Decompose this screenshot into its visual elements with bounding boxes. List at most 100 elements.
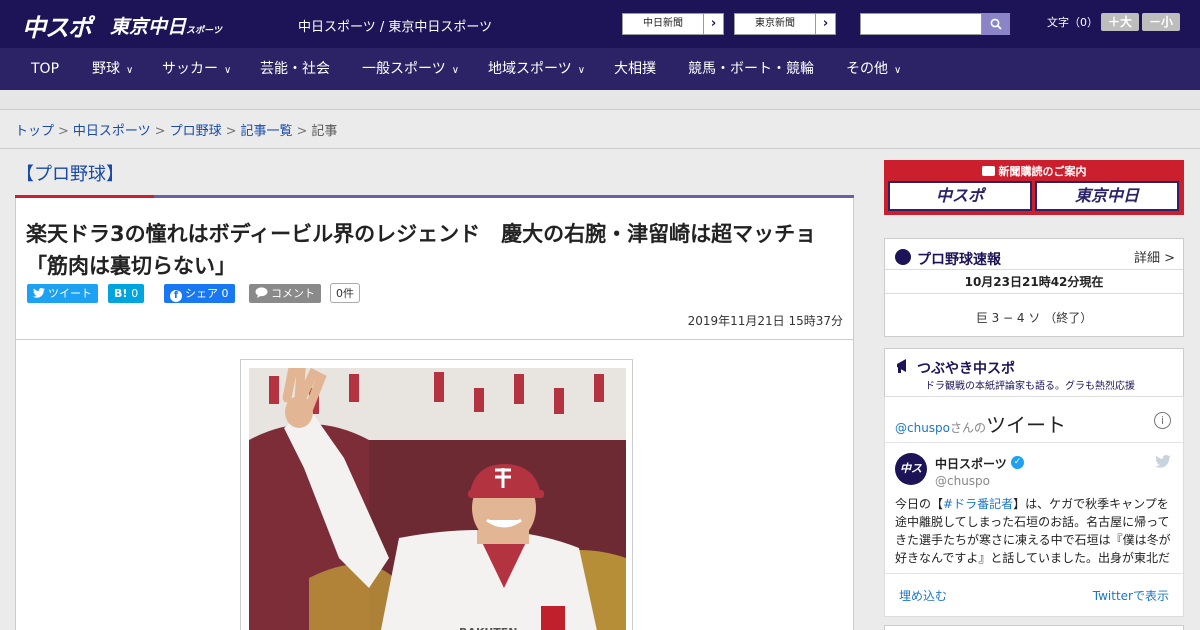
tweet-hashtag[interactable]: #ドラ番記者 — [943, 497, 1013, 511]
twitter-timeline: @chuspoさんのツイート i 中スポ 中日スポーツ ✓ @chuspo 今日… — [884, 396, 1184, 617]
nav-label: 野球 — [92, 61, 120, 77]
nav-entertainment[interactable]: 芸能・社会 — [260, 48, 330, 90]
breadcrumb-article-list[interactable]: 記事一覧 — [241, 124, 293, 139]
nav-label: 大相撲 — [614, 61, 656, 77]
chevron-down-icon: ∨ — [451, 65, 460, 76]
breadcrumb-sep: > — [154, 124, 166, 139]
newspaper-icon — [981, 166, 995, 176]
article-photo[interactable]: RAKUTEN — [249, 368, 626, 630]
chunichi-shimbun-label: 中日新聞 — [643, 18, 683, 29]
nav-label: 一般スポーツ — [362, 61, 446, 77]
search-button[interactable] — [982, 13, 1010, 35]
chunichi-shimbun-button[interactable]: 中日新聞 › — [622, 13, 724, 35]
timeline-header-mid: さんの — [950, 421, 987, 435]
timeline-handle-link[interactable]: @chuspo — [895, 421, 950, 435]
site-title: 中日スポーツ / 東京中日スポーツ — [298, 20, 493, 35]
breadcrumb-sep: > — [58, 124, 69, 139]
facebook-label: シェア — [185, 287, 218, 300]
ad-band — [0, 90, 1200, 110]
nav-baseball[interactable]: 野球 ∨ — [92, 48, 133, 90]
breadcrumb-sep: > — [225, 124, 237, 139]
font-smaller-button[interactable]: －小 — [1142, 13, 1180, 31]
breadcrumb: トップ > 中日スポーツ > プロ野球 > 記事一覧 > 記事 — [15, 120, 337, 139]
tsubuyaki-title: つぶやき中スポ — [917, 361, 1015, 377]
nav-racing[interactable]: 競馬・ボート・競輪 — [688, 48, 814, 90]
hatena-count: 0 — [131, 287, 139, 300]
comment-button[interactable]: コメント — [249, 284, 321, 303]
avatar[interactable]: 中スポ — [895, 453, 927, 507]
tsubuyaki-card: つぶやき中スポ ドラ観戦の本紙評論家も語る。グラも熱烈応援 — [884, 348, 1184, 396]
embed-link[interactable]: 埋め込む — [899, 587, 947, 604]
main-nav: TOP 野球 ∨ サッカー ∨ 芸能・社会 一般スポーツ ∨ 地域スポーツ ∨ 大相撲 … — [0, 48, 1200, 90]
article-photo-frame: RAKUTEN — [240, 359, 633, 630]
nav-label: TOP — [31, 61, 60, 77]
baseball-live-card: プロ野球速報 詳細 > 10月23日21時42分現在 巨 3 − 4 ソ （終了… — [884, 238, 1184, 337]
search-icon — [990, 18, 1002, 30]
nav-general-sports[interactable]: 一般スポーツ ∨ — [362, 48, 459, 90]
divider — [885, 573, 1183, 574]
tweet-author-name[interactable]: 中日スポーツ — [935, 455, 1007, 472]
site-header: 中スポ 東京中日スポーツ 中日スポーツ / 東京中日スポーツ 中日新聞 › 東京… — [0, 0, 1200, 48]
baseball-detail-link[interactable]: 詳細 > — [1134, 247, 1175, 266]
nav-regional-sports[interactable]: 地域スポーツ ∨ — [488, 48, 585, 90]
facebook-share-button[interactable]: f シェア 0 — [164, 284, 235, 303]
font-size-label: 文字（0） — [1047, 16, 1098, 29]
breadcrumb-pro-baseball[interactable]: プロ野球 — [170, 124, 222, 139]
breadcrumb-top[interactable]: トップ — [15, 124, 54, 139]
twitter-bird-icon[interactable] — [1155, 455, 1171, 468]
chevron-down-icon: ∨ — [126, 65, 134, 76]
tokyo-shimbun-button[interactable]: 東京新聞 › — [734, 13, 836, 35]
tweet-share-button[interactable]: ツイート — [27, 284, 98, 303]
subscription-label: 新聞購読のご案内 — [884, 163, 1184, 179]
svg-text:RAKUTEN: RAKUTEN — [459, 626, 517, 630]
tsubuyaki-subtitle: ドラ観戦の本紙評論家も語る。グラも熱烈応援 — [925, 381, 1135, 392]
nav-soccer[interactable]: サッカー ∨ — [162, 48, 231, 90]
facebook-icon: f — [170, 290, 182, 302]
baseball-icon — [895, 249, 911, 265]
chevron-down-icon: ∨ — [894, 65, 902, 76]
hatena-label: B! — [114, 287, 128, 300]
font-larger-button[interactable]: ＋大 — [1101, 13, 1139, 31]
nav-label: 芸能・社会 — [260, 61, 330, 77]
tweet-label: ツイート — [48, 287, 92, 300]
nav-label: 競馬・ボート・競輪 — [688, 61, 814, 77]
megaphone-icon — [897, 359, 906, 373]
chevron-down-icon: ∨ — [577, 65, 586, 76]
breadcrumb-chunichi-sports[interactable]: 中日スポーツ — [73, 124, 151, 139]
nav-label: サッカー — [162, 61, 218, 77]
nav-sumo[interactable]: 大相撲 — [614, 48, 656, 90]
comment-count[interactable]: 0件 — [330, 283, 360, 303]
comment-label: コメント — [271, 287, 315, 300]
chevron-right-icon: › — [815, 14, 835, 34]
sidebar-next-card — [884, 625, 1184, 630]
tweet-author-handle[interactable]: @chuspo — [935, 474, 990, 488]
facebook-count: 0 — [221, 287, 229, 300]
info-icon[interactable]: i — [1154, 412, 1171, 429]
tokyo-chunichi-logo[interactable]: 東京中日スポーツ — [110, 12, 222, 39]
subscription-banner[interactable]: 新聞購読のご案内 中スポ 東京中日 — [884, 160, 1184, 215]
verified-icon: ✓ — [1011, 456, 1024, 469]
divider — [0, 148, 1200, 149]
category-title: 【プロ野球】 — [16, 164, 124, 185]
divider — [885, 442, 1183, 443]
view-on-twitter-link[interactable]: Twitterで表示 — [1093, 587, 1169, 604]
twitter-bird-icon — [33, 287, 45, 298]
tokyo-shimbun-label: 東京新聞 — [755, 18, 795, 29]
subscribe-chuspo-logo[interactable]: 中スポ — [888, 181, 1032, 211]
nav-top[interactable]: TOP — [31, 48, 59, 90]
timeline-header: @chuspoさんのツイート — [895, 409, 1066, 438]
chuspo-logo[interactable]: 中スポ — [22, 8, 92, 43]
article-header: 楽天ドラ3の憧れはボディービル界のレジェンド 慶大の右腕・津留崎は超マッチョ「筋… — [15, 198, 854, 340]
tokyo-logo-main: 東京中日 — [110, 16, 187, 38]
hatena-bookmark-button[interactable]: B! 0 — [108, 284, 145, 303]
chevron-down-icon: ∨ — [224, 65, 232, 76]
nav-other[interactable]: その他 ∨ — [846, 48, 901, 90]
search-input[interactable] — [860, 13, 982, 35]
subscribe-tokyo-logo[interactable]: 東京中日 — [1035, 181, 1179, 211]
baseball-live-title: プロ野球速報 — [917, 252, 1001, 268]
game-score[interactable]: 巨 3 − 4 ソ （終了） — [885, 309, 1183, 326]
nav-label: 地域スポーツ — [488, 61, 572, 77]
publish-date: 2019年11月21日 15時37分 — [687, 314, 843, 328]
nav-label: その他 — [846, 61, 888, 77]
article-body: RAKUTEN — [15, 340, 854, 630]
